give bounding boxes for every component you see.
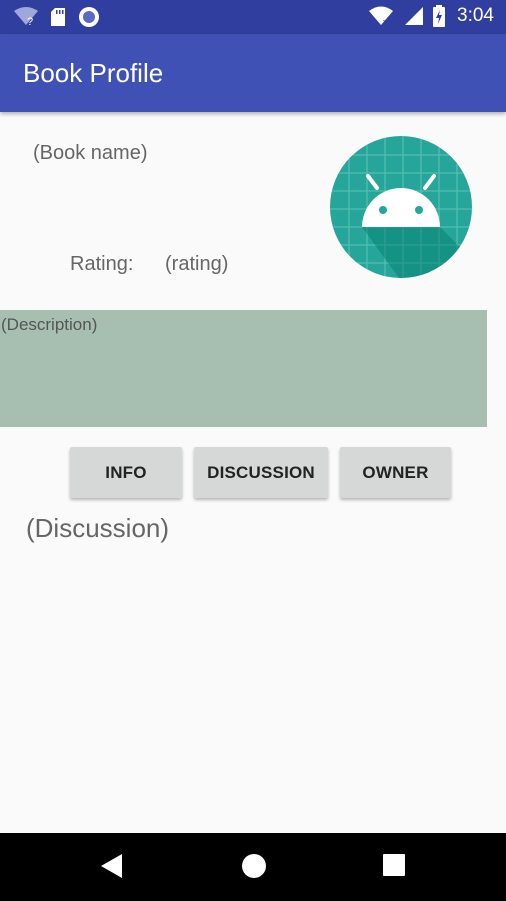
rating-value: (rating) xyxy=(165,253,229,275)
android-app-icon xyxy=(330,136,472,278)
recents-icon[interactable] xyxy=(382,853,406,877)
rating-label: Rating: xyxy=(70,253,134,275)
owner-button[interactable]: OWNER xyxy=(340,447,451,498)
back-icon[interactable] xyxy=(100,853,124,879)
discussion-button[interactable]: DISCUSSION xyxy=(194,447,328,498)
status-bar: ? x 3:04 xyxy=(0,0,506,34)
wifi-icon: x xyxy=(369,6,394,26)
sd-card-icon xyxy=(51,8,65,26)
home-icon[interactable] xyxy=(241,853,267,879)
battery-charging-icon xyxy=(433,5,446,27)
description-text: (Description) xyxy=(1,315,98,334)
navigation-bar xyxy=(0,833,506,901)
page-title: Book Profile xyxy=(23,58,164,88)
status-system: x 3:04 xyxy=(369,5,494,27)
discussion-text: (Discussion) xyxy=(26,513,170,543)
description-panel: (Description) xyxy=(0,310,487,427)
signal-icon xyxy=(405,7,424,25)
svg-text:x: x xyxy=(383,17,388,26)
info-button[interactable]: INFO xyxy=(70,447,182,498)
svg-text:?: ? xyxy=(27,16,33,27)
wifi-question-icon: ? xyxy=(14,7,38,27)
sync-circle-icon xyxy=(79,7,99,27)
status-notifications: ? xyxy=(14,6,100,28)
status-time: 3:04 xyxy=(457,5,494,26)
app-bar: Book Profile xyxy=(0,34,506,112)
book-name: (Book name) xyxy=(33,142,148,164)
